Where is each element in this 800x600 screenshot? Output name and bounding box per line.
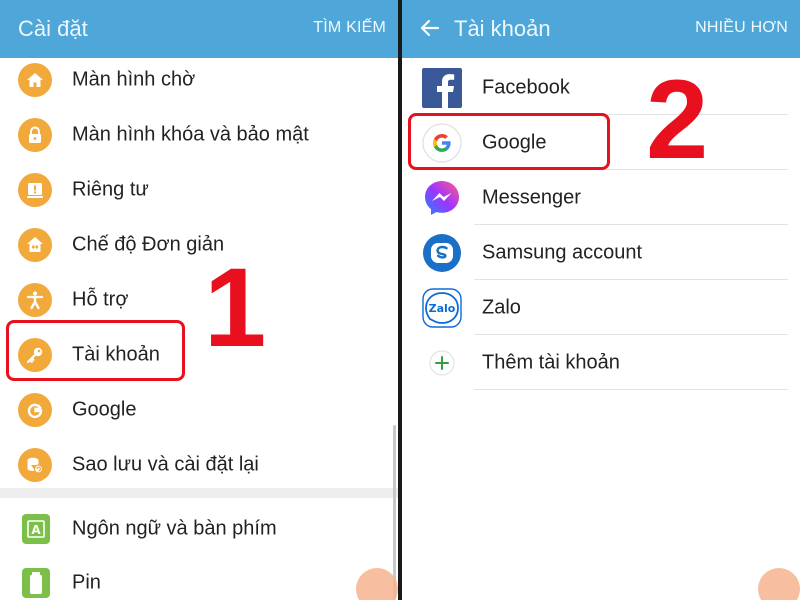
account-item-messenger[interactable]: Messenger	[402, 170, 800, 225]
settings-item-easy-mode[interactable]: Chế độ Đơn giản	[0, 217, 398, 272]
accounts-panel: Tài khoản NHIỀU HƠN Facebook Google Mess…	[402, 0, 800, 600]
more-button[interactable]: NHIỀU HƠN	[695, 19, 788, 37]
account-item-label: Facebook	[482, 76, 570, 98]
highlight-box-google	[408, 113, 610, 170]
account-item-label: Samsung account	[482, 241, 643, 263]
settings-item-label: Google	[72, 398, 137, 420]
add-account-item[interactable]: Thêm tài khoản	[402, 335, 800, 390]
account-item-zalo[interactable]: Zalo Zalo	[402, 280, 800, 335]
plus-icon	[429, 349, 455, 376]
messenger-icon	[425, 180, 459, 215]
home-icon	[18, 62, 52, 97]
step-number-1: 1	[204, 245, 267, 370]
highlight-box-accounts	[6, 320, 185, 381]
settings-item-privacy[interactable]: Riêng tư	[0, 162, 398, 217]
samsung-account-icon	[423, 233, 461, 272]
language-icon: A	[22, 513, 50, 544]
settings-panel: Cài đặt TÌM KIẾM Màn hình chờ Màn hình k…	[0, 0, 398, 600]
account-item-facebook[interactable]: Facebook	[402, 60, 800, 115]
privacy-icon	[18, 172, 52, 207]
settings-app-bar: Cài đặt TÌM KIẾM	[0, 0, 398, 58]
settings-item-label: Ngôn ngữ và bàn phím	[72, 517, 277, 539]
google-g-icon	[18, 392, 52, 427]
settings-item-lock-security[interactable]: Màn hình khóa và bảo mật	[0, 107, 398, 162]
accessibility-icon	[18, 282, 52, 317]
settings-item-label: Riêng tư	[72, 178, 149, 200]
settings-item-label: Màn hình chờ	[72, 68, 196, 90]
settings-item-google[interactable]: Google	[0, 382, 398, 437]
account-item-label: Zalo	[482, 296, 521, 318]
settings-item-label: Chế độ Đơn giản	[72, 233, 225, 255]
settings-item-battery[interactable]: Pin	[0, 555, 398, 600]
battery-icon	[22, 567, 50, 598]
zalo-icon: Zalo	[422, 287, 462, 328]
settings-title: Cài đặt	[18, 16, 88, 41]
settings-item-language-keyboard[interactable]: A Ngôn ngữ và bàn phím	[0, 501, 398, 556]
accounts-title: Tài khoản	[454, 16, 551, 41]
facebook-icon	[422, 67, 462, 108]
settings-item-label: Pin	[72, 571, 101, 593]
svg-text:A: A	[31, 523, 41, 537]
accounts-app-bar: Tài khoản NHIỀU HƠN	[402, 0, 800, 58]
settings-item-label: Hỗ trợ	[72, 288, 129, 310]
watermark-logo	[758, 568, 800, 600]
section-divider	[0, 488, 398, 498]
account-item-label: Messenger	[482, 186, 581, 208]
lock-icon	[18, 117, 52, 152]
scrollbar[interactable]	[393, 425, 396, 600]
zalo-icon-text: Zalo	[429, 302, 456, 315]
list-separator	[474, 389, 788, 390]
easy-mode-icon	[18, 227, 52, 262]
search-button[interactable]: TÌM KIẾM	[313, 19, 386, 37]
settings-item-label: Sao lưu và cài đặt lại	[72, 453, 259, 475]
settings-item-label: Màn hình khóa và bảo mật	[72, 123, 309, 145]
step-number-2: 2	[646, 57, 709, 182]
account-item-samsung[interactable]: Samsung account	[402, 225, 800, 280]
settings-item-backup-reset[interactable]: Sao lưu và cài đặt lại	[0, 437, 398, 492]
settings-item-home-screen[interactable]: Màn hình chờ	[0, 52, 398, 107]
back-arrow-icon[interactable]	[418, 16, 442, 40]
account-item-label: Thêm tài khoản	[482, 351, 620, 373]
backup-icon	[18, 447, 52, 482]
settings-item-accessibility[interactable]: Hỗ trợ	[0, 272, 398, 327]
